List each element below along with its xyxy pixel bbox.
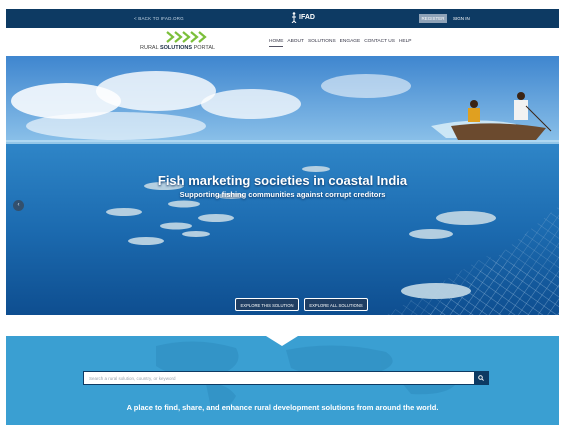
sign-in-link[interactable]: SIGN IN (453, 16, 470, 21)
portal-tagline: A place to find, share, and enhance rura… (126, 403, 439, 412)
search-icon (478, 375, 484, 381)
portal-arrows-icon (166, 31, 207, 43)
search-button[interactable] (474, 372, 488, 384)
hero-title: Fish marketing societies in coastal Indi… (157, 173, 408, 188)
carousel-prev-icon[interactable]: ‹ (13, 200, 24, 211)
rural-solutions-portal-logo[interactable]: RURAL SOLUTIONS PORTAL (138, 30, 238, 54)
explore-this-solution-button[interactable]: EXPLORE THIS SOLUTION (235, 298, 299, 311)
ifad-logo-text: IFAD (299, 14, 315, 21)
nav-item-about[interactable]: ABOUT (287, 39, 304, 47)
search-section: A place to find, share, and enhance rura… (6, 336, 559, 425)
hero-carousel: Fish marketing societies in coastal Indi… (6, 56, 559, 315)
top-utility-bar: < BACK TO IFAD.ORG IFAD REGISTER SIGN IN (6, 9, 559, 28)
nav-item-contact-us[interactable]: CONTACT US (364, 39, 395, 47)
search-bar (83, 371, 489, 385)
explore-all-solutions-button[interactable]: EXPLORE ALL SOLUTIONS (304, 298, 368, 311)
search-input[interactable] (84, 372, 472, 384)
nav-menu: HOME ABOUT SOLUTIONS ENGAGE CONTACT US H… (269, 39, 411, 47)
back-to-ifad-link[interactable]: < BACK TO IFAD.ORG (134, 16, 184, 21)
ifad-figure-icon (291, 12, 297, 23)
register-button[interactable]: REGISTER (419, 14, 447, 23)
nav-item-home[interactable]: HOME (269, 39, 284, 47)
nav-item-solutions[interactable]: SOLUTIONS (308, 39, 336, 47)
main-navbar: RURAL SOLUTIONS PORTAL HOME ABOUT SOLUTI… (6, 28, 559, 56)
ifad-logo[interactable]: IFAD (291, 12, 315, 23)
hero-subtitle: Supporting fishing communities against c… (179, 190, 386, 199)
nav-item-engage[interactable]: ENGAGE (340, 39, 361, 47)
nav-item-help[interactable]: HELP (399, 39, 412, 47)
portal-name: RURAL SOLUTIONS PORTAL (140, 45, 216, 51)
